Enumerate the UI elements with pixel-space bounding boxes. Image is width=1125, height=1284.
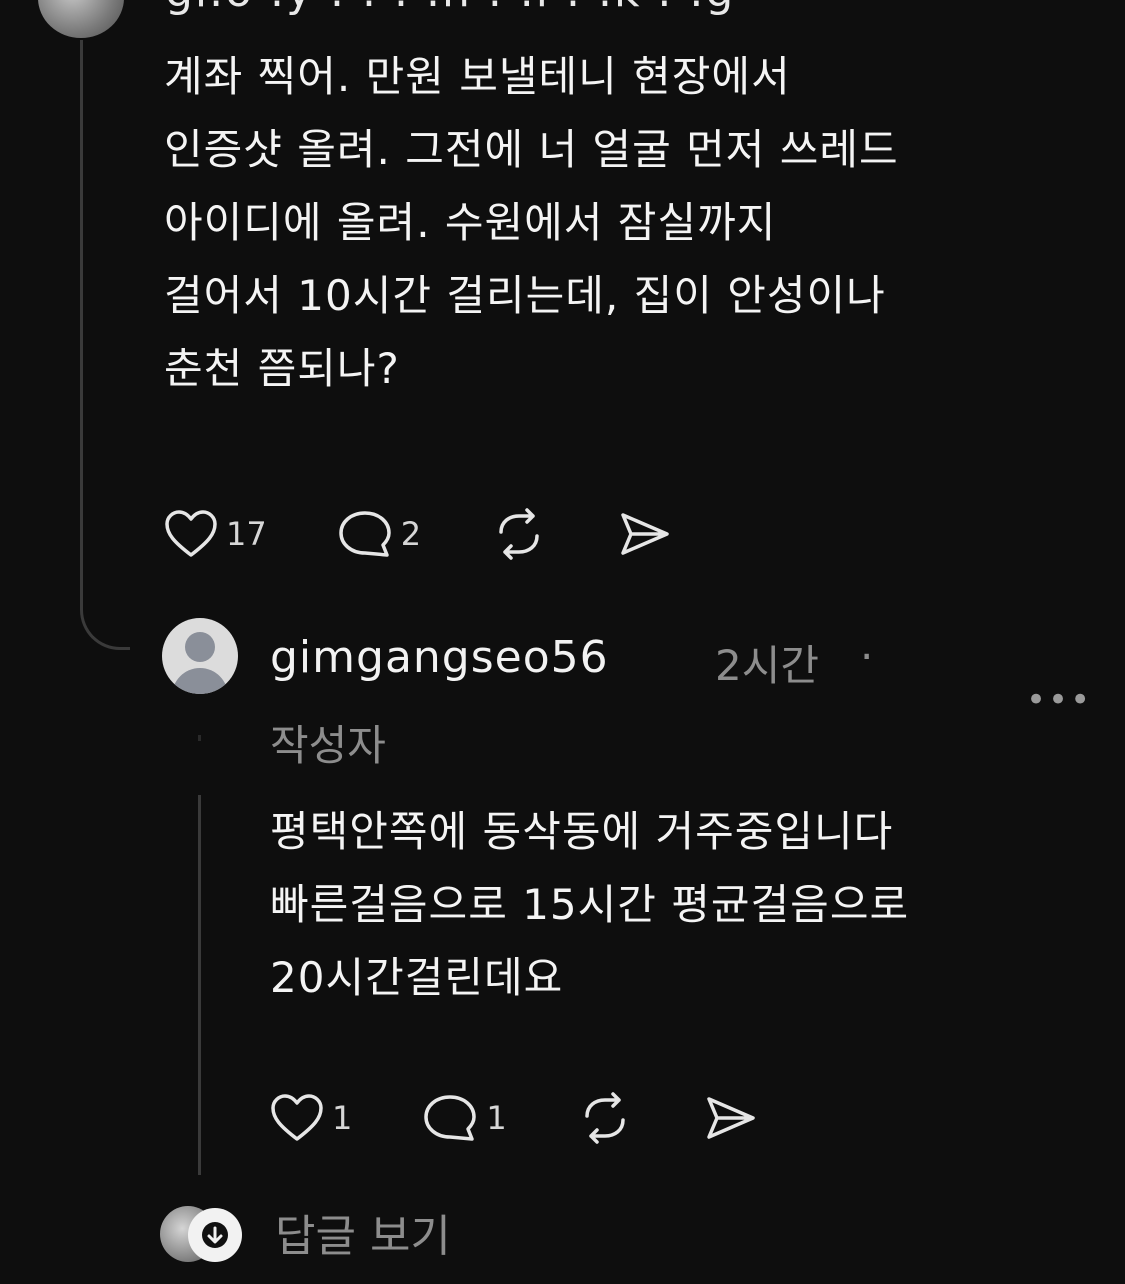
view-replies-link[interactable]: 답글 보기 [275,1200,451,1264]
heart-icon [270,1093,324,1143]
reply-actions: 1 1 [270,1088,829,1148]
thread-line [80,40,83,610]
reply-like-count: 1 [332,1099,353,1137]
arrow-down-icon[interactable] [188,1208,242,1262]
reply-comment-count: 1 [486,1099,507,1137]
like-count: 17 [226,515,267,553]
reply-text: 평택안쪽에 동삭동에 거주중입니다 빠른걸음으로 15시간 평균걸음으로 20시… [270,807,910,1002]
thread-line-tick [198,735,201,741]
reply-thread-line [198,795,201,1175]
comment-button[interactable]: 2 [337,509,421,559]
comment-count: 2 [400,515,422,553]
reply-comment-button[interactable]: 1 [422,1093,507,1143]
heart-icon [164,509,218,559]
reply-timestamp: 2시간 [715,641,820,690]
like-button[interactable]: 17 [164,509,267,559]
author-badge: 작성자 [270,721,386,770]
repost-button[interactable] [491,508,547,560]
comment-bubble-icon [337,509,393,559]
post-header-cut: gi.o .y . . . .h . .l . .k . .g [165,0,735,17]
post-avatar[interactable] [38,0,124,38]
send-icon [617,509,673,559]
reply-separator: · [860,632,874,681]
send-icon [703,1093,759,1143]
repost-icon [577,1092,633,1144]
repost-icon [491,508,547,560]
reply-username[interactable]: gimgangseo56 [270,632,609,683]
post-actions: 17 2 [164,504,743,564]
reply-like-button[interactable]: 1 [270,1093,352,1143]
reply-share-button[interactable] [703,1093,759,1143]
more-options-icon[interactable]: ••• [1026,680,1092,720]
comment-bubble-icon [422,1093,478,1143]
reply-repost-button[interactable] [577,1092,633,1144]
post-text: 계좌 찍어. 만원 보낼테니 현장에서 인증샷 올려. 그전에 너 얼굴 먼저 … [164,52,899,393]
reply-avatar[interactable] [162,618,238,694]
share-button[interactable] [617,509,673,559]
thread-line-curve [80,560,130,650]
